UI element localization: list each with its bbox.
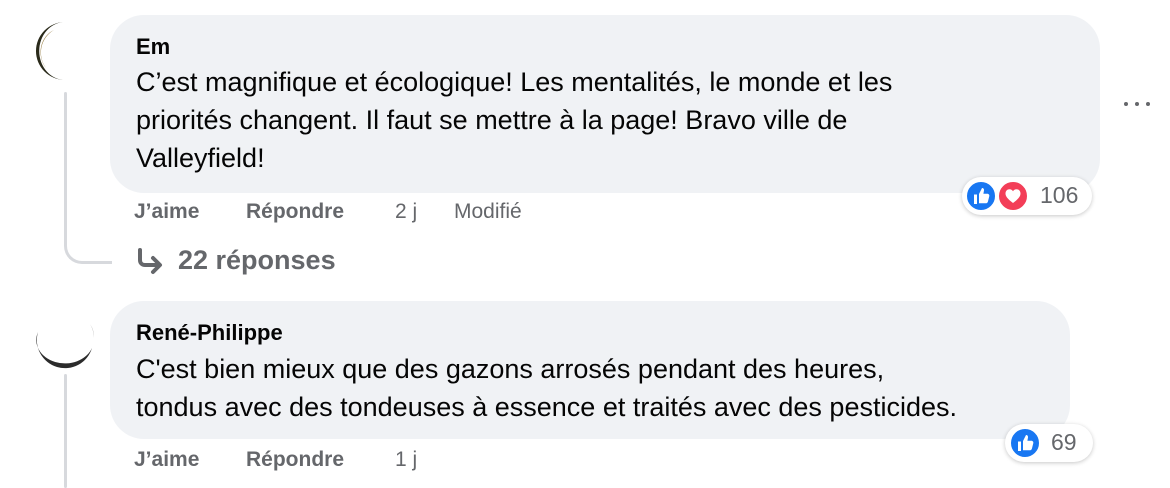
reaction-count: 106	[1040, 182, 1079, 208]
comment-text-line: Valleyfield!	[136, 143, 265, 173]
like-button[interactable]: J’aime	[134, 448, 199, 472]
like-icon	[1009, 427, 1041, 459]
thread-connector-elbow	[64, 228, 112, 264]
previous-comment-fragment	[250, 0, 450, 4]
reaction-count: 69	[1051, 429, 1077, 455]
comment-timestamp[interactable]: 1 j	[395, 448, 417, 472]
love-icon	[997, 180, 1029, 212]
like-button[interactable]: J’aime	[134, 200, 199, 224]
replies-count-label: 22 réponses	[178, 245, 336, 275]
comment-author[interactable]: René-Philippe	[136, 320, 283, 346]
avatar[interactable]	[34, 20, 96, 82]
reaction-summary[interactable]: 69	[1005, 424, 1093, 462]
comment-author[interactable]: Em	[136, 34, 170, 60]
comment-text-line: tondus avec des tondeuses à essence et t…	[136, 392, 957, 422]
reaction-summary[interactable]: 106	[962, 177, 1092, 215]
more-options-icon[interactable]	[1120, 96, 1154, 114]
edited-label[interactable]: Modifié	[454, 200, 522, 224]
comment-text-line: C’est magnifique et écologique! Les ment…	[136, 67, 893, 97]
reply-arrow-icon	[138, 248, 162, 274]
avatar[interactable]	[34, 308, 96, 370]
comment-timestamp[interactable]: 2 j	[395, 200, 417, 224]
thread-connector	[64, 374, 67, 488]
avatar-image	[34, 308, 96, 370]
reply-button[interactable]: Répondre	[246, 448, 344, 472]
avatar-image	[34, 20, 96, 82]
comment-text-line: C'est bien mieux que des gazons arrosés …	[136, 354, 885, 384]
comment-text-line: priorités changent. Il faut se mettre à …	[136, 105, 848, 135]
like-icon	[965, 180, 997, 212]
reply-button[interactable]: Répondre	[246, 200, 344, 224]
thread-connector	[64, 92, 67, 232]
